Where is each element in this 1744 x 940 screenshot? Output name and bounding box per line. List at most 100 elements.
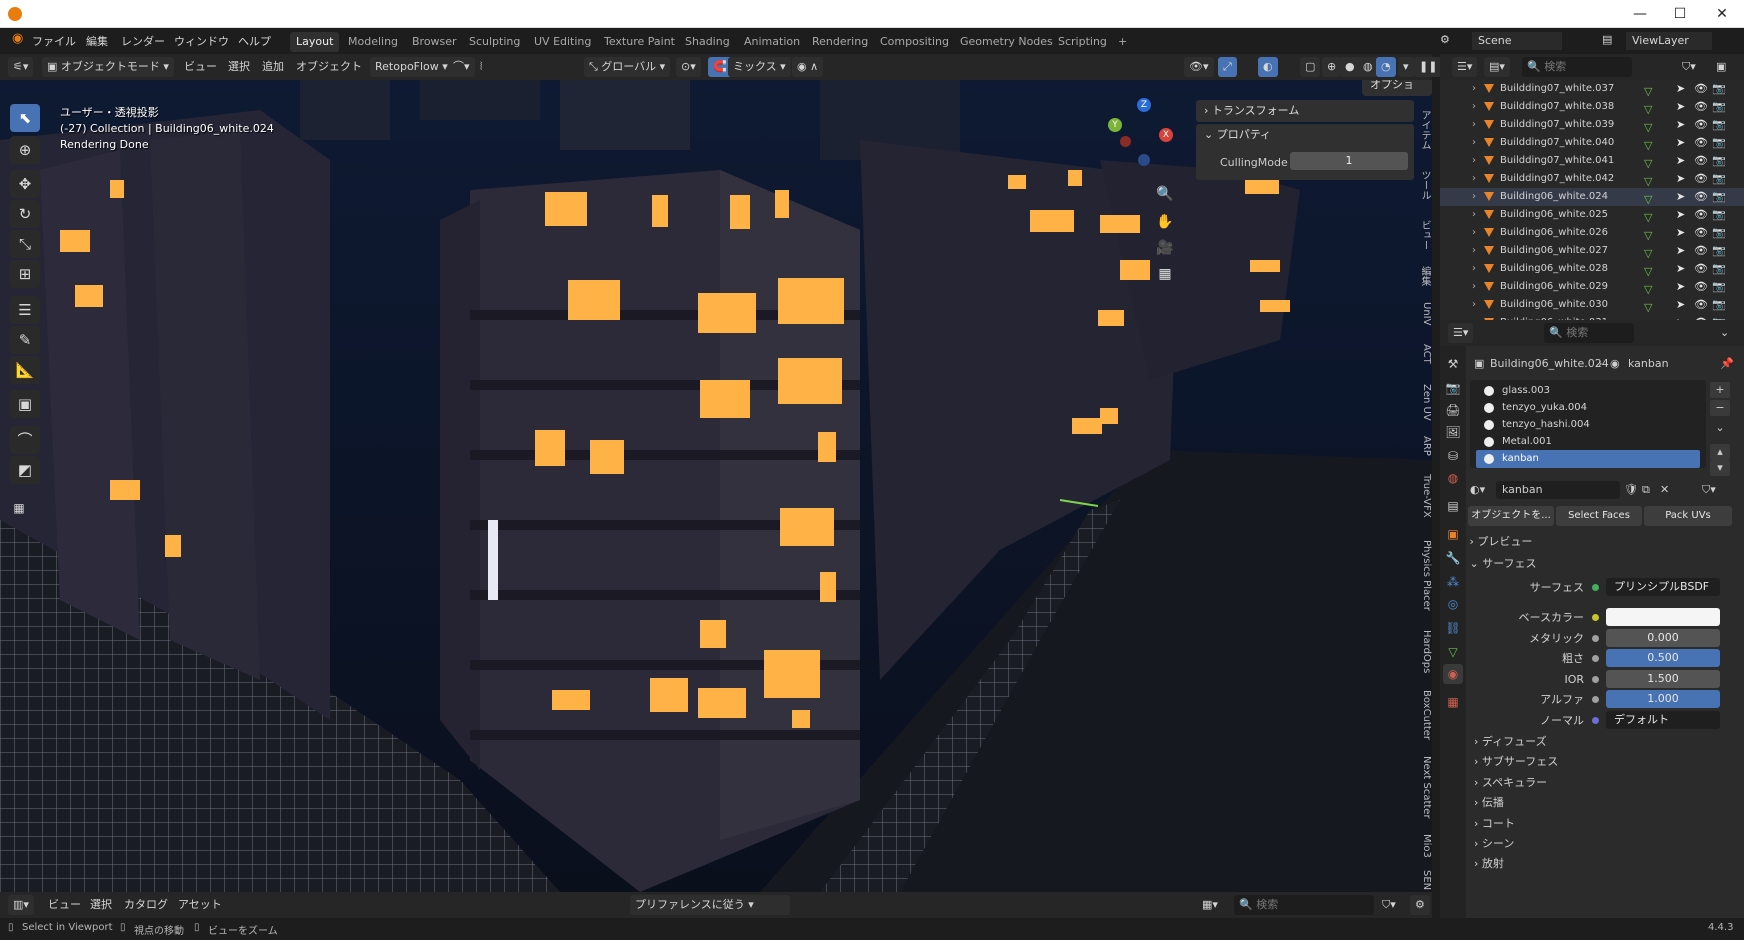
proportional-edit-icon[interactable]: ◉ ∧	[792, 57, 824, 77]
tab-shading[interactable]: Shading	[679, 32, 736, 52]
expand-icon[interactable]: ›	[1472, 170, 1476, 188]
selectable-icon[interactable]: ➤	[1676, 116, 1685, 134]
measure-tool-icon[interactable]: 📐	[10, 356, 40, 384]
selectable-icon[interactable]: ➤	[1676, 206, 1685, 224]
selectable-icon[interactable]: ➤	[1676, 170, 1685, 188]
material-slot-item[interactable]: tenzyo_yuka.004	[1476, 399, 1700, 417]
visibility-icon[interactable]: 👁▾	[1184, 57, 1214, 77]
cursor-tool-icon[interactable]: ⊕	[10, 136, 40, 164]
side-tab-sen[interactable]: SEN	[1416, 870, 1432, 890]
selectable-icon[interactable]: ➤	[1676, 224, 1685, 242]
bsdf-field-value[interactable]: デフォルト	[1606, 710, 1720, 729]
duplicate-material-icon[interactable]: ⧉	[1642, 480, 1650, 500]
particles-tab-icon[interactable]: ⁂	[1443, 572, 1463, 592]
display-mode-selector[interactable]: ▤▾	[1484, 57, 1510, 77]
menu-render[interactable]: レンダー	[121, 33, 165, 49]
side-tab-physics-placer[interactable]: Physics Placer	[1416, 540, 1432, 611]
camera-render-icon[interactable]: 📷	[1712, 134, 1726, 152]
camera-render-icon[interactable]: 📷	[1712, 296, 1726, 314]
side-tab-arp[interactable]: ARP	[1416, 436, 1432, 456]
tab-geometry-nodes[interactable]: Geometry Nodes	[954, 32, 1059, 52]
expand-icon[interactable]: ›	[1472, 152, 1476, 170]
bsdf-field-value[interactable]: 0.000	[1606, 628, 1720, 647]
outliner-editor-icon[interactable]: ☰▾	[1452, 57, 1478, 77]
camera-render-icon[interactable]: 📷	[1712, 224, 1726, 242]
object-tab-icon[interactable]: ▣	[1443, 524, 1463, 544]
side-tab-boxcutter[interactable]: BoxCutter	[1416, 690, 1432, 740]
expand-icon[interactable]: ›	[1472, 206, 1476, 224]
editor-type-icon[interactable]: ⚟▾	[8, 57, 34, 77]
material-name-field[interactable]: kanban	[1496, 481, 1620, 499]
add-cube-tool-icon[interactable]: ▣	[10, 390, 40, 418]
physics-tab-icon[interactable]: ◎	[1443, 594, 1463, 614]
bsdf-subsection[interactable]: › シーン	[1474, 834, 1744, 854]
material-slot-item[interactable]: glass.003	[1476, 382, 1700, 400]
bsdf-field-value[interactable]	[1606, 608, 1720, 626]
eye-icon[interactable]: 👁	[1694, 152, 1708, 170]
eye-icon[interactable]: 👁	[1694, 206, 1708, 224]
select-tool-icon[interactable]: ⬉	[10, 104, 40, 132]
material-slot-item[interactable]: Metal.001	[1476, 433, 1700, 451]
remove-slot-button[interactable]: −	[1710, 400, 1730, 416]
bsdf-subsection[interactable]: › サブサーフェス	[1474, 752, 1744, 772]
curve-tool-icon[interactable]: ⌒	[10, 426, 40, 454]
collection-tab-icon[interactable]: ▤	[1443, 496, 1463, 516]
add-slot-button[interactable]: +	[1710, 382, 1730, 398]
tab-rendering[interactable]: Rendering	[806, 32, 874, 52]
tab-sculpting[interactable]: Sculpting	[463, 32, 526, 52]
new-collection-icon[interactable]: ▣	[1716, 57, 1726, 77]
annotate-tool-icon[interactable]: ☰	[10, 296, 40, 324]
mode-selector[interactable]: ▣ オブジェクトモード ▾	[42, 57, 174, 77]
eye-icon[interactable]: 👁	[1694, 170, 1708, 188]
orientation-selector[interactable]: ⤡ グローバル ▾	[584, 57, 671, 77]
outliner-row[interactable]: › Building06_white.029 ▽ ➤ 👁 📷	[1440, 278, 1744, 296]
outliner-row[interactable]: › Building06_white.030 ▽ ➤ 👁 📷	[1440, 296, 1744, 314]
retopo-options-icon[interactable]: ⌒▾	[448, 57, 475, 77]
select-faces-button[interactable]: Select Faces	[1556, 506, 1642, 526]
outliner-filter-icon[interactable]: ⛉▾	[1682, 57, 1696, 77]
expand-icon[interactable]: ›	[1472, 116, 1476, 134]
material-shading-icon[interactable]: ◍	[1358, 57, 1378, 77]
selectable-icon[interactable]: ➤	[1676, 134, 1685, 152]
constraints-tab-icon[interactable]: ⛓	[1443, 618, 1463, 638]
outliner-row[interactable]: › Building06_white.027 ▽ ➤ 👁 📷	[1440, 242, 1744, 260]
draw-tool-icon[interactable]: ✎	[10, 326, 40, 354]
eye-icon[interactable]: 👁	[1694, 134, 1708, 152]
material-tab-icon[interactable]: ◉	[1443, 664, 1463, 684]
bsdf-subsection[interactable]: › スペキュラー	[1474, 773, 1744, 793]
expand-icon[interactable]: ›	[1472, 260, 1476, 278]
side-tab-act[interactable]: ACT	[1416, 344, 1432, 364]
eye-icon[interactable]: 👁	[1694, 296, 1708, 314]
surface-shader-field[interactable]: プリンシプルBSDF	[1606, 578, 1720, 596]
outliner-row[interactable]: › Buildding07_white.041 ▽ ➤ 👁 📷	[1440, 152, 1744, 170]
tab-browser[interactable]: Browser	[406, 32, 463, 52]
viewlayer-selector[interactable]: ViewLayer	[1626, 32, 1712, 50]
render-tab-icon[interactable]: 📷	[1443, 378, 1463, 398]
bsdf-field-value[interactable]: 1.000	[1606, 690, 1720, 708]
blender-menu-icon[interactable]: ◉	[12, 31, 23, 46]
side-tab-edit[interactable]: 編集	[1416, 266, 1432, 286]
menu-file[interactable]: ファイル	[32, 33, 76, 49]
camera-render-icon[interactable]: 📷	[1712, 260, 1726, 278]
camera-render-icon[interactable]: 📷	[1712, 80, 1726, 98]
side-tab-zenuv[interactable]: Zen UV	[1416, 384, 1432, 421]
asset-editor-type-icon[interactable]: ▥▾	[8, 895, 34, 915]
tab-texture-paint[interactable]: Texture Paint	[598, 32, 681, 52]
eye-icon[interactable]: 👁	[1694, 188, 1708, 206]
properties-panel[interactable]: ⌄ プロパティ CullingMode 1	[1196, 124, 1414, 180]
output-tab-icon[interactable]: 🖨	[1443, 400, 1463, 420]
expand-icon[interactable]: ›	[1472, 296, 1476, 314]
selectable-icon[interactable]: ➤	[1676, 278, 1685, 296]
menu-select[interactable]: 選択	[228, 57, 250, 77]
rotate-tool-icon[interactable]: ↻	[10, 200, 40, 228]
asset-menu-catalog[interactable]: カタログ	[124, 895, 168, 915]
outliner-row[interactable]: › Building06_white.025 ▽ ➤ 👁 📷	[1440, 206, 1744, 224]
eye-icon[interactable]: 👁	[1694, 116, 1708, 134]
move-slot-up-button[interactable]: ▴	[1710, 444, 1730, 460]
wireframe-shading-icon[interactable]: ⊕	[1322, 57, 1342, 77]
side-tab-tool[interactable]: ツール	[1416, 170, 1432, 200]
solid-shading-icon[interactable]: ●	[1340, 57, 1360, 77]
camera-render-icon[interactable]: 📷	[1712, 188, 1726, 206]
scene-selector[interactable]: Scene	[1472, 32, 1562, 50]
transform-tool-icon[interactable]: ⊞	[10, 260, 40, 288]
